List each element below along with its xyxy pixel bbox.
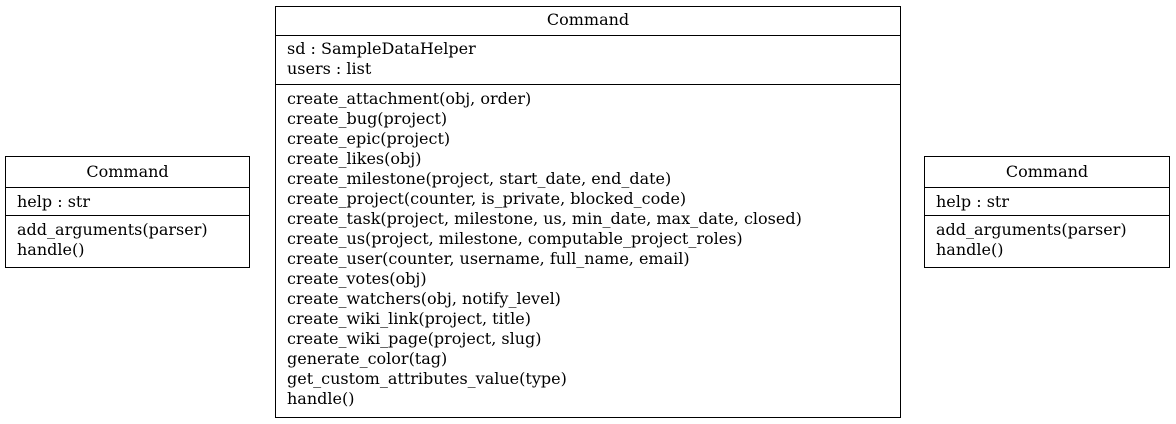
method: create_wiki_page(project, slug) — [287, 329, 542, 348]
method: create_user(counter, username, full_name… — [287, 249, 690, 268]
class-methods: create_attachment(obj, order) create_bug… — [276, 85, 900, 412]
method: handle() — [287, 389, 355, 408]
method: create_project(counter, is_private, bloc… — [287, 189, 687, 208]
attribute: help : str — [17, 192, 90, 211]
class-attributes: sd : SampleDataHelper users : list — [276, 36, 900, 85]
method: create_likes(obj) — [287, 149, 422, 168]
class-name: Command — [925, 157, 1169, 188]
class-box-command-right: Command help : str add_arguments(parser)… — [924, 156, 1170, 268]
method: add_arguments(parser) — [17, 220, 208, 239]
attribute: users : list — [287, 59, 372, 78]
class-methods: add_arguments(parser) handle() — [925, 216, 1169, 263]
method: handle() — [936, 240, 1004, 259]
method: create_milestone(project, start_date, en… — [287, 169, 672, 188]
class-box-command-center: Command sd : SampleDataHelper users : li… — [275, 6, 901, 418]
attribute: help : str — [936, 192, 1009, 211]
method: create_attachment(obj, order) — [287, 89, 532, 108]
method: get_custom_attributes_value(type) — [287, 369, 567, 388]
method: create_wiki_link(project, title) — [287, 309, 531, 328]
method: add_arguments(parser) — [936, 220, 1127, 239]
method: generate_color(tag) — [287, 349, 448, 368]
attribute: sd : SampleDataHelper — [287, 39, 476, 58]
class-methods: add_arguments(parser) handle() — [6, 216, 249, 263]
class-attributes: help : str — [925, 188, 1169, 216]
method: create_us(project, milestone, computable… — [287, 229, 743, 248]
method: create_bug(project) — [287, 109, 448, 128]
class-attributes: help : str — [6, 188, 249, 216]
class-name: Command — [6, 157, 249, 188]
class-box-command-left: Command help : str add_arguments(parser)… — [5, 156, 250, 268]
method: create_votes(obj) — [287, 269, 427, 288]
method: create_task(project, milestone, us, min_… — [287, 209, 802, 228]
method: create_epic(project) — [287, 129, 451, 148]
method: handle() — [17, 240, 85, 259]
method: create_watchers(obj, notify_level) — [287, 289, 561, 308]
class-name: Command — [276, 7, 900, 36]
